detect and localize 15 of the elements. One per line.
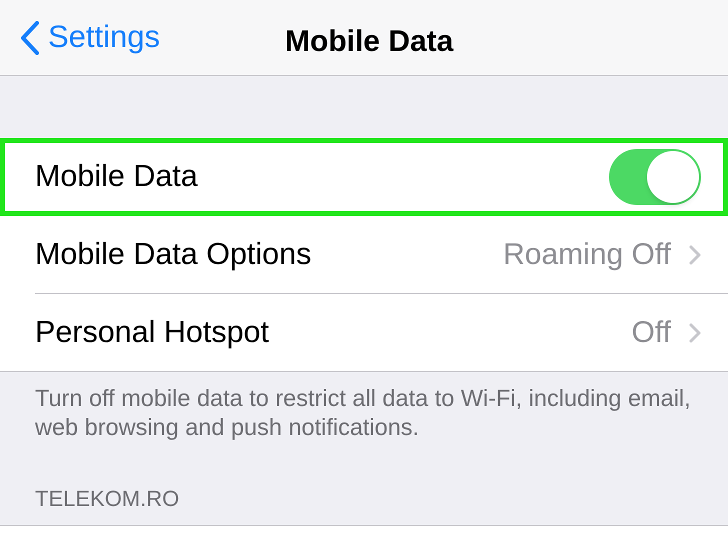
back-button[interactable]: Settings (0, 14, 160, 61)
row-label: Personal Hotspot (35, 314, 270, 351)
row-label: Mobile Data Options (35, 236, 312, 273)
row-value: Off (632, 315, 671, 351)
footer-text: Turn off mobile data to restrict all data to Wi-Fi, including email, web browsing and push notifications. (34, 384, 692, 442)
back-chevron-icon (20, 20, 40, 54)
settings-row[interactable]: Personal Hotspot Off (0, 294, 728, 371)
section-header: TELEKOM.RO (34, 485, 180, 513)
row-label: Mobile Data (35, 158, 199, 196)
chevron-icon (689, 322, 701, 342)
highlighted-settings-row[interactable]: Mobile Data (0, 138, 728, 216)
row-value: Roaming Off (503, 237, 671, 273)
nav-title: Mobile Data (285, 24, 454, 60)
settings-row[interactable]: Mobile Data Options Roaming Off (0, 216, 728, 293)
chevron-icon (689, 244, 701, 264)
